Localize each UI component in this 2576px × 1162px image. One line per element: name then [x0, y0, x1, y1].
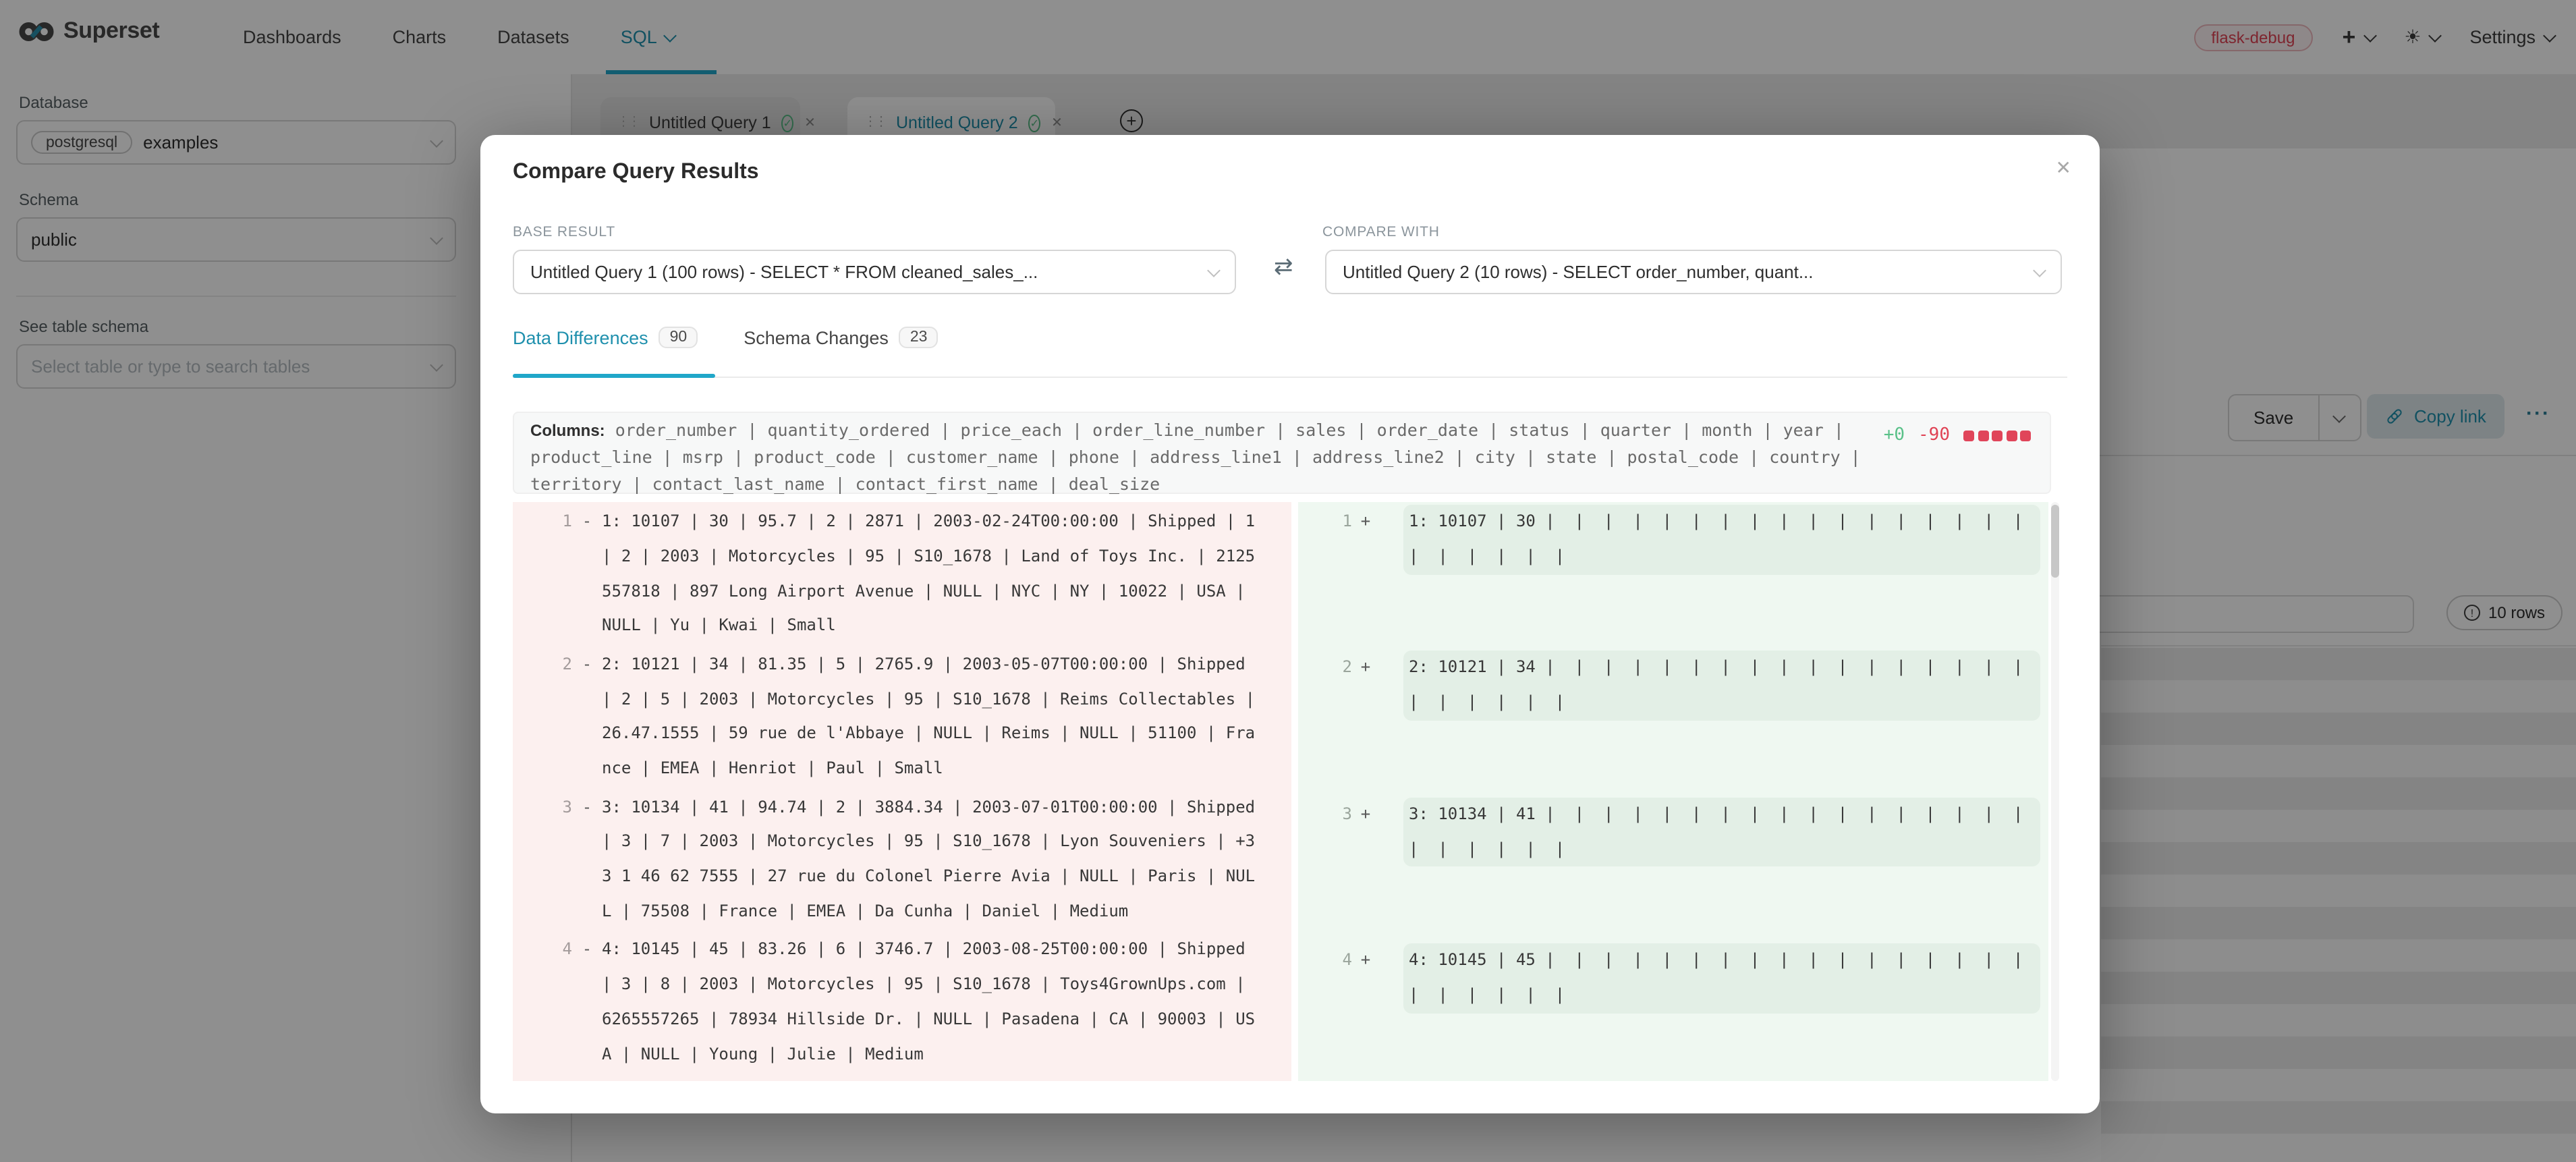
line-number: 1 [1298, 505, 1352, 540]
added-sign: + [1352, 651, 1379, 686]
removed-sign: - [572, 933, 602, 968]
line-number: 3 [1298, 798, 1352, 833]
line-number: 2 [513, 648, 572, 683]
added-row-text: 2: 10121 | 34 | | | | | | | | | | | | | … [1403, 651, 2040, 721]
active-tab-underline [513, 374, 715, 378]
base-result-label: BASE RESULT [513, 224, 615, 240]
removed-sign: - [572, 790, 602, 825]
added-row-text: 1: 10107 | 30 | | | | | | | | | | | | | … [1403, 505, 2040, 574]
columns-list: Columns: order_number | quantity_ordered… [530, 417, 1869, 497]
chevron-down-icon [1207, 263, 1221, 277]
line-number: 4 [513, 933, 572, 968]
diff-added-row: 2 + 2: 10121 | 34 | | | | | | | | | | | … [1298, 651, 2048, 794]
diff-added-row: 1 + 1: 10107 | 30 | | | | | | | | | | | … [1298, 505, 2048, 648]
removed-row-text: 1: 10107 | 30 | 95.7 | 2 | 2871 | 2003-0… [602, 505, 1260, 644]
line-number: 2 [1298, 651, 1352, 686]
compare-with-select[interactable]: Untitled Query 2 (10 rows) - SELECT orde… [1325, 250, 2062, 294]
compare-with-label: COMPARE WITH [1322, 224, 1440, 240]
modal-tabs: Data Differences 90 Schema Changes 23 [513, 327, 938, 348]
modal-title: Compare Query Results [513, 161, 759, 185]
diff-removed-row: 1 - 1: 10107 | 30 | 95.7 | 2 | 2871 | 20… [513, 505, 1291, 644]
diff-removed-row: 2 - 2: 10121 | 34 | 81.35 | 5 | 2765.9 |… [513, 648, 1291, 787]
columns-names: order_number | quantity_ordered | price_… [530, 420, 1861, 494]
data-differences-count: 90 [659, 327, 698, 348]
line-number: 4 [1298, 943, 1352, 978]
sql-lab-page: Superset Dashboards Charts Datasets SQL … [0, 0, 2576, 1162]
removed-row-text: 4: 10145 | 45 | 83.26 | 6 | 3746.7 | 200… [602, 933, 1260, 1072]
diff-left-pane: 1 - 1: 10107 | 30 | 95.7 | 2 | 2871 | 20… [513, 502, 1291, 1081]
removed-sign: - [572, 505, 602, 540]
tab-schema-changes[interactable]: Schema Changes 23 [744, 327, 938, 348]
columns-label: Columns: [530, 421, 605, 440]
line-number: 3 [513, 790, 572, 825]
schema-changes-count: 23 [899, 327, 939, 348]
diff-removed-row: 4 - 4: 10145 | 45 | 83.26 | 6 | 3746.7 |… [513, 933, 1291, 1072]
diff-removed-row: 3 - 3: 10134 | 41 | 94.74 | 2 | 3884.34 … [513, 790, 1291, 929]
tab-data-differences[interactable]: Data Differences 90 [513, 327, 698, 348]
diff-added-row: 4 + 4: 10145 | 45 | | | | | | | | | | | … [1298, 943, 2048, 1081]
diff-blocks-icon [1963, 430, 2031, 441]
removed-count: -90 [1918, 425, 1950, 445]
swap-icon[interactable]: ⇄ [1274, 254, 1293, 281]
added-sign: + [1352, 505, 1379, 540]
added-row-text: 3: 10134 | 41 | | | | | | | | | | | | | … [1403, 798, 2040, 867]
diff-right-pane: 1 + 1: 10107 | 30 | | | | | | | | | | | … [1298, 502, 2048, 1081]
removed-row-text: 3: 10134 | 41 | 94.74 | 2 | 3884.34 | 20… [602, 790, 1260, 929]
diff-scrollbar-thumb[interactable] [2051, 505, 2059, 578]
tab-data-differences-label: Data Differences [513, 327, 648, 348]
added-sign: + [1352, 798, 1379, 833]
close-icon[interactable]: ✕ [2056, 157, 2071, 179]
tab-schema-changes-label: Schema Changes [744, 327, 889, 348]
base-result-select[interactable]: Untitled Query 1 (100 rows) - SELECT * F… [513, 250, 1236, 294]
diff-scrollbar[interactable] [2051, 502, 2059, 1081]
added-row-text: 4: 10145 | 45 | | | | | | | | | | | | | … [1403, 943, 2040, 1013]
diff-viewer[interactable]: 1 - 1: 10107 | 30 | 95.7 | 2 | 2871 | 20… [513, 502, 2059, 1081]
base-result-value: Untitled Query 1 (100 rows) - SELECT * F… [530, 262, 1038, 282]
compare-with-value: Untitled Query 2 (10 rows) - SELECT orde… [1343, 262, 1814, 282]
diff-added-row: 3 + 3: 10134 | 41 | | | | | | | | | | | … [1298, 798, 2048, 941]
removed-sign: - [572, 648, 602, 683]
tabs-divider [513, 377, 2067, 378]
compare-query-results-modal: Compare Query Results ✕ BASE RESULT Unti… [480, 135, 2100, 1113]
diff-count-badges: +0 -90 [1884, 425, 2031, 445]
added-count: +0 [1884, 425, 1905, 445]
chevron-down-icon [2033, 263, 2046, 277]
columns-summary: Columns: order_number | quantity_ordered… [513, 412, 2051, 494]
line-number: 1 [513, 505, 572, 540]
removed-row-text: 2: 10121 | 34 | 81.35 | 5 | 2765.9 | 200… [602, 648, 1260, 787]
added-sign: + [1352, 943, 1379, 978]
